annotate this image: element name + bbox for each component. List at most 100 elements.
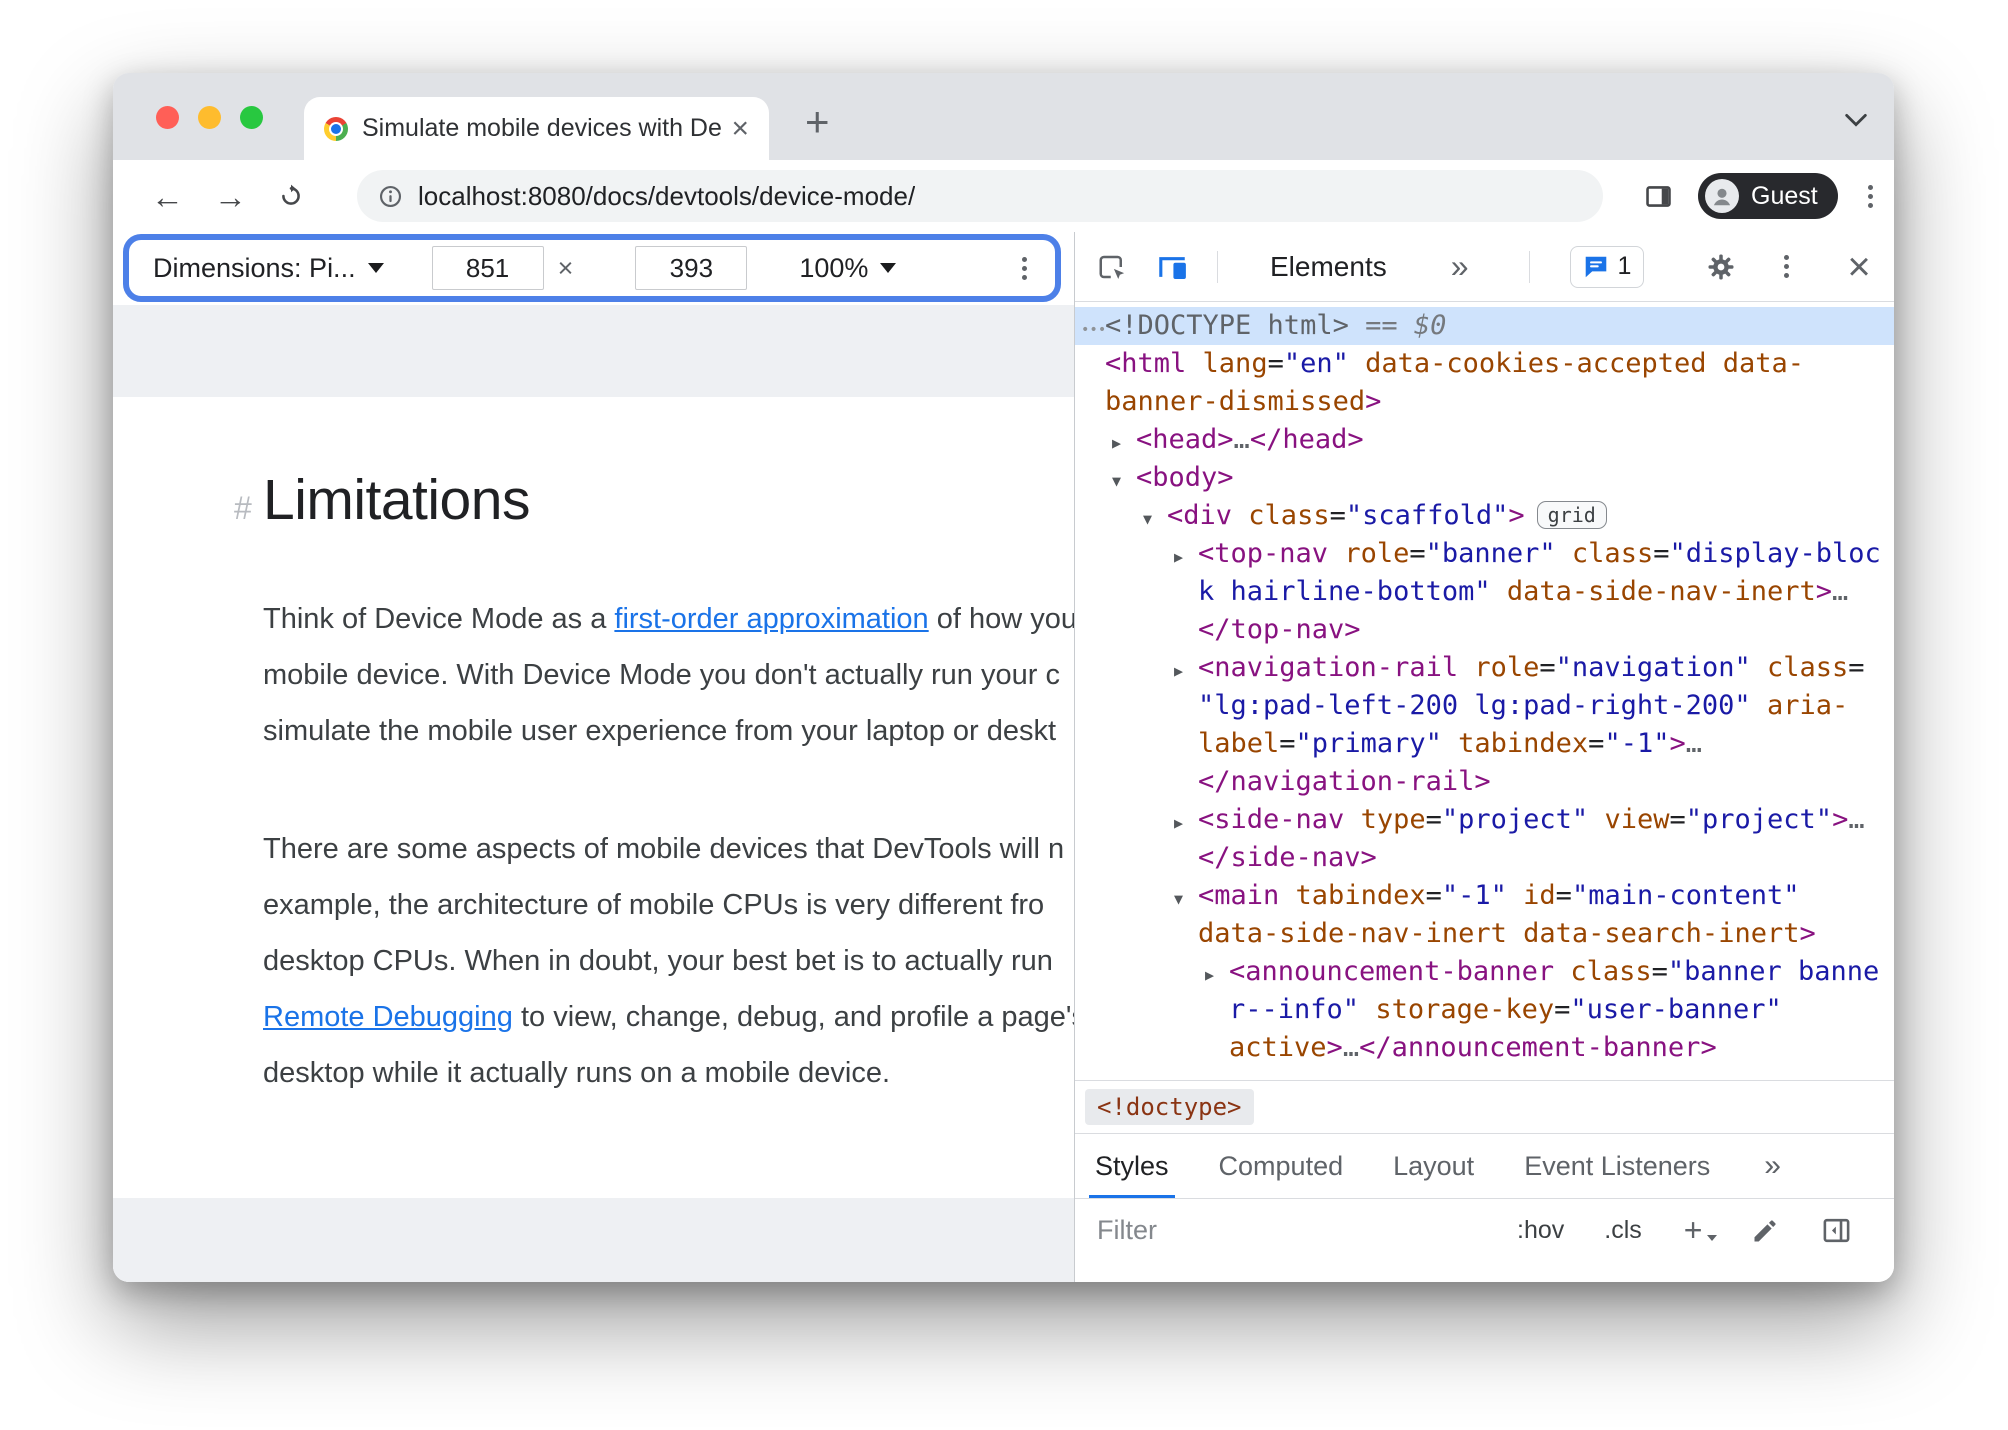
paragraph-line: desktop while it actually runs on a mobi… <box>263 1045 1074 1101</box>
expand-arrow-icon[interactable]: ▶ <box>1174 804 1198 842</box>
dom-tree-row[interactable]: ▼ <main tabindex="-1" id="main-content" <box>1075 877 1894 915</box>
styles-filter-input[interactable] <box>1095 1214 1459 1247</box>
dimensions-dropdown[interactable]: Dimensions: Pi... <box>153 253 356 284</box>
dom-tree-row[interactable]: ▼ <div class="scaffold"> grid <box>1075 497 1894 535</box>
doc-link[interactable]: first-order approximation <box>614 603 928 635</box>
dom-tree-row[interactable]: ▶ <head>…</head> <box>1075 421 1894 459</box>
breadcrumb: <!doctype> <box>1075 1080 1894 1133</box>
dom-tree-row[interactable]: </top-nav> <box>1075 611 1894 649</box>
text-segment: <side-nav <box>1198 804 1345 835</box>
new-style-rule-button[interactable]: + <box>1684 1212 1703 1249</box>
toggle-sidebar-icon[interactable] <box>1821 1215 1852 1246</box>
text-segment: > <box>1669 728 1686 759</box>
dom-tree-row[interactable]: banner-dismissed> <box>1075 383 1894 421</box>
collapse-arrow-icon[interactable]: ▼ <box>1143 500 1167 538</box>
text-segment: role <box>1344 538 1410 569</box>
collapse-arrow-icon[interactable]: ▼ <box>1112 462 1136 500</box>
tab-overview-chevron-icon[interactable] <box>1844 113 1868 127</box>
toggle-device-toolbar-icon[interactable] <box>1155 250 1189 284</box>
dom-tree-row[interactable]: •••<!DOCTYPE html> == $0 <box>1075 307 1894 345</box>
maximize-window-button[interactable] <box>240 106 263 129</box>
tab-elements[interactable]: Elements <box>1270 251 1387 283</box>
text-segment <box>1588 804 1604 835</box>
paragraph: There are some aspects of mobile devices… <box>263 821 1074 1101</box>
profile-button[interactable]: Guest <box>1698 173 1838 219</box>
expand-arrow-icon[interactable]: ▶ <box>1174 652 1198 690</box>
text-segment: data- <box>1722 348 1805 379</box>
dom-tree-row[interactable]: ▶ <side-nav type="project" view="project"… <box>1075 801 1894 839</box>
text-segment: "project" <box>1685 804 1833 835</box>
text-segment: … <box>1832 576 1849 607</box>
text-segment: = <box>1555 880 1572 911</box>
close-window-button[interactable] <box>156 106 179 129</box>
new-tab-button[interactable]: + <box>805 101 830 143</box>
toggle-element-state[interactable]: :hov <box>1517 1216 1564 1245</box>
doc-link[interactable]: Remote Debugging <box>263 1001 513 1033</box>
text-segment: class <box>1767 652 1849 683</box>
text-segment: > <box>1799 918 1816 949</box>
more-panels-icon[interactable]: » <box>1451 248 1469 285</box>
dom-tree-row[interactable]: r--info" storage-key="user-banner" <box>1075 991 1894 1029</box>
back-button[interactable]: ← <box>151 180 184 213</box>
toggle-classes[interactable]: .cls <box>1604 1216 1642 1245</box>
devtools-menu-icon[interactable] <box>1784 264 1790 269</box>
device-toolbar-menu-icon[interactable] <box>1022 265 1027 271</box>
devtools-toolbar: Elements » 1 × <box>1075 232 1894 302</box>
tab-title: Simulate mobile devices with Device Mode <box>362 114 722 142</box>
dom-tree-row[interactable]: data-side-nav-inert data-search-inert> <box>1075 915 1894 953</box>
forward-button[interactable]: → <box>214 180 247 213</box>
url-bar[interactable]: localhost:8080/docs/devtools/device-mode… <box>357 170 1603 222</box>
text-segment: to view, change, debug, and profile a pa… <box>512 1001 1074 1033</box>
paragraph-line: simulate the mobile user experience from… <box>263 703 1074 759</box>
brush-icon[interactable] <box>1751 1217 1779 1245</box>
expand-arrow-icon[interactable]: ▶ <box>1112 424 1136 462</box>
dom-tree-row[interactable]: </navigation-rail> <box>1075 763 1894 801</box>
expand-arrow-icon[interactable]: ▶ <box>1205 956 1229 994</box>
zoom-dropdown[interactable]: 100% <box>799 253 868 284</box>
device-height-input[interactable] <box>635 246 748 290</box>
browser-menu-icon[interactable] <box>1867 193 1873 199</box>
tab-styles[interactable]: Styles <box>1089 1134 1175 1198</box>
text-segment <box>1491 576 1507 607</box>
grid-badge[interactable]: grid <box>1536 501 1607 529</box>
dom-tree-row[interactable]: active>…</announcement-banner> <box>1075 1029 1894 1067</box>
tab-close-icon[interactable]: × <box>731 113 749 144</box>
text-segment: role <box>1474 652 1540 683</box>
new-rule-caret-icon[interactable] <box>1707 1234 1718 1241</box>
text-segment: </announcement-banner> <box>1359 1032 1717 1063</box>
text-segment <box>1751 690 1767 721</box>
browser-tab[interactable]: Simulate mobile devices with Device Mode… <box>304 97 769 160</box>
text-segment <box>1507 880 1523 911</box>
text-segment <box>1707 348 1723 379</box>
breadcrumb-doctype[interactable]: <!doctype> <box>1085 1089 1254 1125</box>
dom-tree-row[interactable]: ▶ <announcement-banner class="banner bann… <box>1075 953 1894 991</box>
dom-tree-row[interactable]: k hairline-bottom" data-side-nav-inert>… <box>1075 573 1894 611</box>
more-style-tabs-icon[interactable]: » <box>1764 1149 1781 1183</box>
device-width-input[interactable] <box>431 246 544 290</box>
inspect-element-icon[interactable] <box>1097 252 1127 282</box>
tab-layout[interactable]: Layout <box>1393 1134 1474 1198</box>
reload-button[interactable] <box>277 182 305 210</box>
collapse-arrow-icon[interactable]: ▼ <box>1174 880 1198 918</box>
side-panel-icon[interactable] <box>1643 181 1674 212</box>
dom-tree-row[interactable]: <html lang="en" data-cookies-accepted da… <box>1075 345 1894 383</box>
paragraph-line: Remote Debugging to view, change, debug,… <box>263 989 1074 1045</box>
dom-tree-row[interactable]: ▶ <top-nav role="banner" class="display-b… <box>1075 535 1894 573</box>
dom-tree-row[interactable]: label="primary" tabindex="-1">… <box>1075 725 1894 763</box>
dimensions-caret-icon[interactable] <box>367 263 384 273</box>
minimize-window-button[interactable] <box>198 106 221 129</box>
text-segment: = <box>1848 652 1865 683</box>
tab-event-listeners[interactable]: Event Listeners <box>1524 1134 1710 1198</box>
dom-tree-row[interactable]: ▼ <body> <box>1075 459 1894 497</box>
tab-computed[interactable]: Computed <box>1219 1134 1344 1198</box>
zoom-caret-icon[interactable] <box>880 263 897 273</box>
site-info-icon[interactable] <box>377 183 404 210</box>
dom-tree-row[interactable]: "lg:pad-left-200 lg:pad-right-200" aria- <box>1075 687 1894 725</box>
close-devtools-icon[interactable]: × <box>1847 247 1870 287</box>
expand-arrow-icon[interactable]: ▶ <box>1174 538 1198 576</box>
dom-tree-row[interactable]: </side-nav> <box>1075 839 1894 877</box>
issues-counter[interactable]: 1 <box>1569 245 1645 288</box>
settings-gear-icon[interactable] <box>1706 252 1736 282</box>
heading-anchor-hash[interactable]: # <box>234 490 263 527</box>
dom-tree-row[interactable]: ▶ <navigation-rail role="navigation" clas… <box>1075 649 1894 687</box>
